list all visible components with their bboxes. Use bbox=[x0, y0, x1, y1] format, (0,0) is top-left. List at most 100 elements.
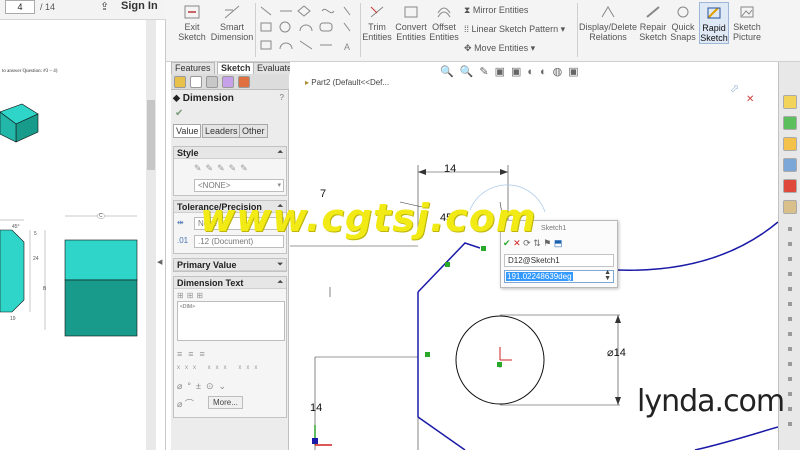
dimension-text-header[interactable]: Dimension Text ⏶ bbox=[174, 277, 286, 289]
rapid-sketch-button[interactable]: Rapid Sketch bbox=[699, 2, 729, 44]
trim-label-1: Trim bbox=[368, 22, 386, 32]
pdf-scroll-thumb[interactable] bbox=[147, 100, 155, 170]
mark-dimension-icon[interactable]: ⚑ bbox=[543, 238, 551, 248]
symbol-icons[interactable]: ⌀°±⊙⌄ bbox=[177, 381, 231, 392]
chevron-down-icon[interactable]: ▾ bbox=[561, 24, 566, 34]
primary-value-header[interactable]: Primary Value ⏷ bbox=[174, 259, 286, 271]
display-manager-icon[interactable] bbox=[238, 76, 250, 88]
collapse-icon[interactable]: ⏶ bbox=[277, 277, 283, 289]
appearances-icon[interactable] bbox=[783, 179, 797, 193]
more-symbols-button[interactable]: More... bbox=[208, 396, 243, 409]
repair-sketch-button[interactable]: Repair Sketch bbox=[638, 4, 668, 42]
collapse-icon[interactable]: ⏶ bbox=[277, 147, 283, 159]
sketch-entities-grid[interactable]: A bbox=[258, 3, 358, 55]
dimension-value-field[interactable]: 191.02248639deg bbox=[504, 270, 614, 283]
quick-snaps-button[interactable]: Quick Snaps bbox=[669, 4, 697, 42]
dim-label: 45° bbox=[12, 224, 20, 230]
pane-dot bbox=[788, 287, 792, 291]
style-header-text: Style bbox=[177, 148, 199, 158]
picture-label-2: Picture bbox=[732, 32, 761, 42]
resources-icon[interactable] bbox=[783, 116, 797, 130]
linear-sketch-pattern-button[interactable]: ⁞⁞ Linear Sketch Pattern ▾ bbox=[464, 24, 565, 35]
display-delete-relations-button[interactable]: Display/Delete Relations bbox=[579, 4, 637, 42]
feature-tree-icon[interactable] bbox=[174, 76, 186, 88]
convert-label-1: Convert bbox=[395, 22, 427, 32]
trim-label-2: Entities bbox=[362, 32, 392, 42]
chevron-down-icon[interactable]: ▾ bbox=[531, 43, 536, 53]
dim-label: 5 bbox=[34, 231, 37, 237]
command-manager-ribbon: Exit Sketch Smart Dimension A Trim Entit… bbox=[166, 0, 800, 62]
precision-icon: .01 bbox=[177, 236, 189, 245]
subtab-value[interactable]: Value bbox=[173, 124, 202, 138]
circle-center-icon bbox=[497, 347, 512, 367]
trim-entities-button[interactable]: Trim Entities bbox=[362, 4, 392, 42]
exit-sketch-label-2: Sketch bbox=[178, 32, 206, 42]
close-sketch-icon[interactable]: ✕ bbox=[746, 94, 754, 105]
dimension-14-top[interactable]: 14 bbox=[444, 163, 456, 175]
dimension-text-header-text: Dimension Text bbox=[177, 278, 244, 288]
part-tree-label[interactable]: ▸ Part2 (Default<<Def... bbox=[305, 78, 389, 87]
offset-entities-button[interactable]: Offset Entities bbox=[429, 4, 459, 42]
command-tabs: Features Sketch Evaluate bbox=[171, 62, 297, 74]
home-icon[interactable] bbox=[783, 95, 797, 109]
spin-stepper-icon[interactable]: ▲ ▼ bbox=[604, 269, 611, 282]
move-entities-button[interactable]: ✥ Move Entities ▾ bbox=[464, 43, 535, 54]
offset-label-2: Entities bbox=[429, 32, 459, 42]
design-library-icon[interactable] bbox=[783, 137, 797, 151]
mirror-entities-button[interactable]: ⧗ Mirror Entities bbox=[464, 5, 528, 16]
subtab-leaders[interactable]: Leaders bbox=[202, 124, 241, 138]
picture-icon bbox=[740, 6, 754, 18]
text-action-icons[interactable]: ⊞⊞⊞ bbox=[177, 291, 206, 300]
smart-dimension-button[interactable]: Smart Dimension bbox=[210, 4, 254, 42]
dimension-diameter-14[interactable]: ⌀14 bbox=[607, 346, 626, 359]
subtab-other[interactable]: Other bbox=[239, 124, 268, 138]
property-manager-icon[interactable] bbox=[190, 76, 202, 88]
style-header[interactable]: Style ⏶ bbox=[174, 147, 286, 159]
symbol-row-icons[interactable]: xxx xxx xxx bbox=[177, 365, 262, 371]
part-icon: ▸ bbox=[305, 78, 310, 87]
move-icon: ✥ bbox=[464, 43, 472, 53]
exit-sketch-button[interactable]: Exit Sketch bbox=[172, 4, 212, 42]
origin-icon bbox=[312, 425, 332, 446]
snaps-label-2: Snaps bbox=[670, 32, 696, 42]
snaps-label-1: Quick bbox=[671, 22, 695, 32]
pin-icon[interactable]: ⬒ bbox=[554, 238, 563, 248]
expand-icon[interactable]: ⏷ bbox=[277, 259, 283, 271]
dimension-text-area[interactable]: <DIM> bbox=[177, 301, 285, 341]
relations-label-2: Relations bbox=[589, 32, 627, 42]
primary-value-header-text: Primary Value bbox=[177, 260, 237, 270]
share-icon[interactable]: ⇪ bbox=[100, 0, 109, 13]
dim-expert-icon[interactable] bbox=[222, 76, 234, 88]
tab-features[interactable]: Features bbox=[171, 62, 215, 74]
sign-in-link[interactable]: Sign In bbox=[121, 0, 158, 12]
tab-sketch[interactable]: Sketch bbox=[217, 62, 255, 74]
symbol-icons-2[interactable]: ⌀ ⌒ bbox=[177, 397, 194, 410]
dimension-14-bottom[interactable]: 14 bbox=[310, 402, 322, 414]
file-explorer-icon[interactable] bbox=[783, 158, 797, 172]
pdf-toolbar: 4 / 14 ⇪ Sign In bbox=[0, 0, 166, 20]
sketch-picture-button[interactable]: Sketch Picture bbox=[730, 4, 764, 42]
style-combo[interactable]: <NONE> ▾ bbox=[194, 179, 284, 192]
rapid-label-1: Rapid bbox=[702, 23, 726, 33]
help-icon[interactable]: ? bbox=[280, 93, 284, 102]
relations-icon bbox=[601, 6, 615, 18]
view-orientation-icon[interactable]: ⬀ bbox=[730, 82, 739, 95]
pane-dot bbox=[788, 362, 792, 366]
style-action-icons[interactable]: ✎✎✎✎✎ bbox=[194, 163, 252, 174]
pdf-scrollbar[interactable] bbox=[146, 20, 156, 450]
dimension-name-field[interactable]: D12@Sketch1 bbox=[504, 254, 614, 267]
page-number-input[interactable]: 4 bbox=[5, 0, 35, 14]
page-total: / 14 bbox=[40, 2, 56, 12]
offset-icon bbox=[437, 7, 451, 18]
convert-entities-button[interactable]: Convert Entities bbox=[394, 4, 428, 42]
ok-check-icon[interactable]: ✔ bbox=[175, 108, 183, 119]
custom-properties-icon[interactable] bbox=[783, 200, 797, 214]
collapse-arrow-icon[interactable]: ◀ bbox=[157, 258, 162, 266]
convert-icon bbox=[404, 6, 418, 18]
justify-icons[interactable]: ≡≡≡ bbox=[177, 349, 211, 359]
convert-label-2: Entities bbox=[396, 32, 426, 42]
heads-up-view-toolbar[interactable]: 🔍🔍✎▣▣◐◐◍▣ bbox=[440, 65, 585, 78]
exit-sketch-icon bbox=[184, 5, 200, 19]
config-manager-icon[interactable] bbox=[206, 76, 218, 88]
panel-title: ⬥ Dimension bbox=[173, 93, 234, 104]
